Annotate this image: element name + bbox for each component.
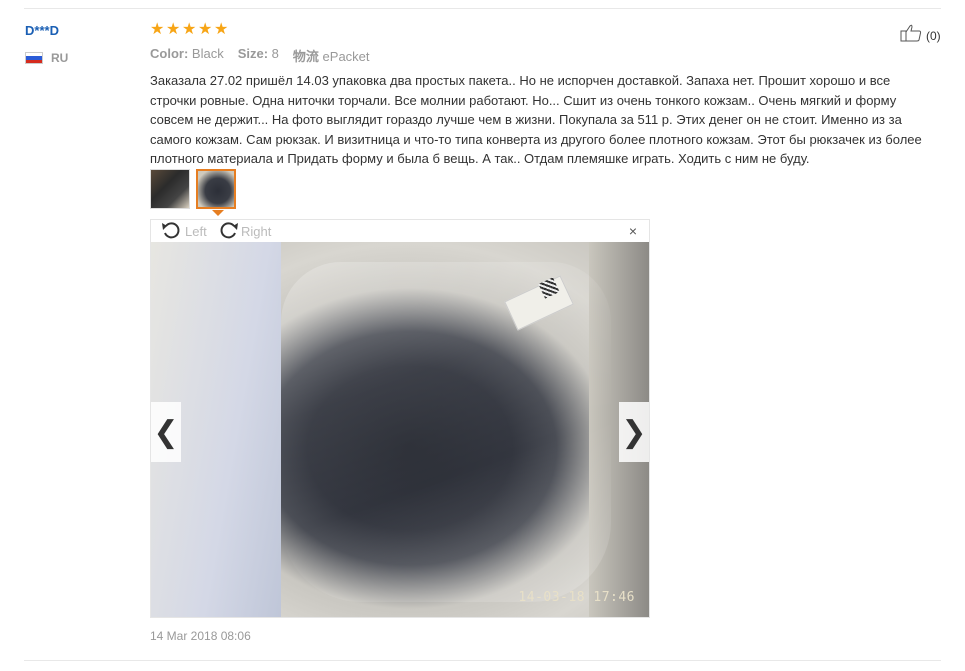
helpful-button[interactable]: (0)	[900, 24, 941, 47]
photo-thumbnail[interactable]	[150, 169, 190, 209]
photo-viewer: Left Right × 14-03-18 17:46 ❮ ❯	[150, 219, 650, 618]
attribute-label: 物流	[292, 49, 319, 64]
star-icon: ★	[166, 21, 181, 38]
photo-timestamp: 14-03-18 17:46	[518, 590, 635, 605]
purchase-attributes: Color: Black Size: 8 物流 ePacket	[150, 46, 370, 65]
photo-thumbnail-active[interactable]	[196, 169, 236, 209]
viewer-toolbar: Left Right ×	[151, 220, 649, 242]
attribute-value: ePacket	[322, 49, 370, 64]
chevron-left-icon: ❮	[153, 415, 179, 449]
russia-flag-icon	[25, 52, 43, 64]
attribute-value: 8	[271, 46, 279, 61]
next-photo-button[interactable]: ❯	[619, 402, 649, 462]
helpful-count: (0)	[926, 28, 941, 43]
star-icon: ★	[198, 21, 213, 38]
rotate-left-icon	[161, 220, 183, 243]
bottom-divider	[24, 660, 941, 661]
star-rating: ★ ★ ★ ★ ★	[150, 21, 229, 38]
rotate-right-button[interactable]: Right	[217, 220, 271, 242]
attribute-color: Color: Black	[150, 46, 224, 65]
rotate-right-icon	[217, 220, 239, 243]
photo-thumbnails	[150, 169, 236, 209]
star-icon: ★	[214, 21, 229, 38]
rotate-right-label: Right	[241, 223, 272, 239]
attribute-shipping: 物流 ePacket	[293, 46, 370, 65]
review-photo: 14-03-18 17:46 ❮ ❯	[151, 242, 649, 617]
review-text: Заказала 27.02 пришёл 14.03 упаковка два…	[150, 73, 922, 166]
reviewer-country: RU	[25, 51, 68, 65]
reviewer-info: D***D RU	[25, 23, 68, 65]
top-divider	[24, 8, 941, 9]
attribute-value: Black	[191, 46, 224, 61]
attribute-size: Size: 8	[238, 46, 279, 65]
review-date: 14 Mar 2018 08:06	[150, 629, 251, 643]
chevron-right-icon: ❯	[621, 415, 647, 449]
rotate-left-button[interactable]: Left	[161, 220, 207, 242]
star-icon: ★	[182, 21, 197, 38]
attribute-label: Size:	[237, 46, 269, 61]
star-icon: ★	[150, 21, 165, 38]
attribute-label: Color:	[150, 46, 189, 61]
country-code: RU	[51, 51, 69, 65]
reviewer-name[interactable]: D***D	[25, 23, 68, 38]
thumbs-up-icon[interactable]	[900, 24, 922, 47]
close-icon[interactable]: ×	[629, 223, 637, 239]
previous-photo-button[interactable]: ❮	[151, 402, 181, 462]
rotate-left-label: Left	[185, 223, 207, 239]
photo-bag	[281, 262, 611, 602]
active-thumbnail-pointer	[212, 210, 224, 216]
